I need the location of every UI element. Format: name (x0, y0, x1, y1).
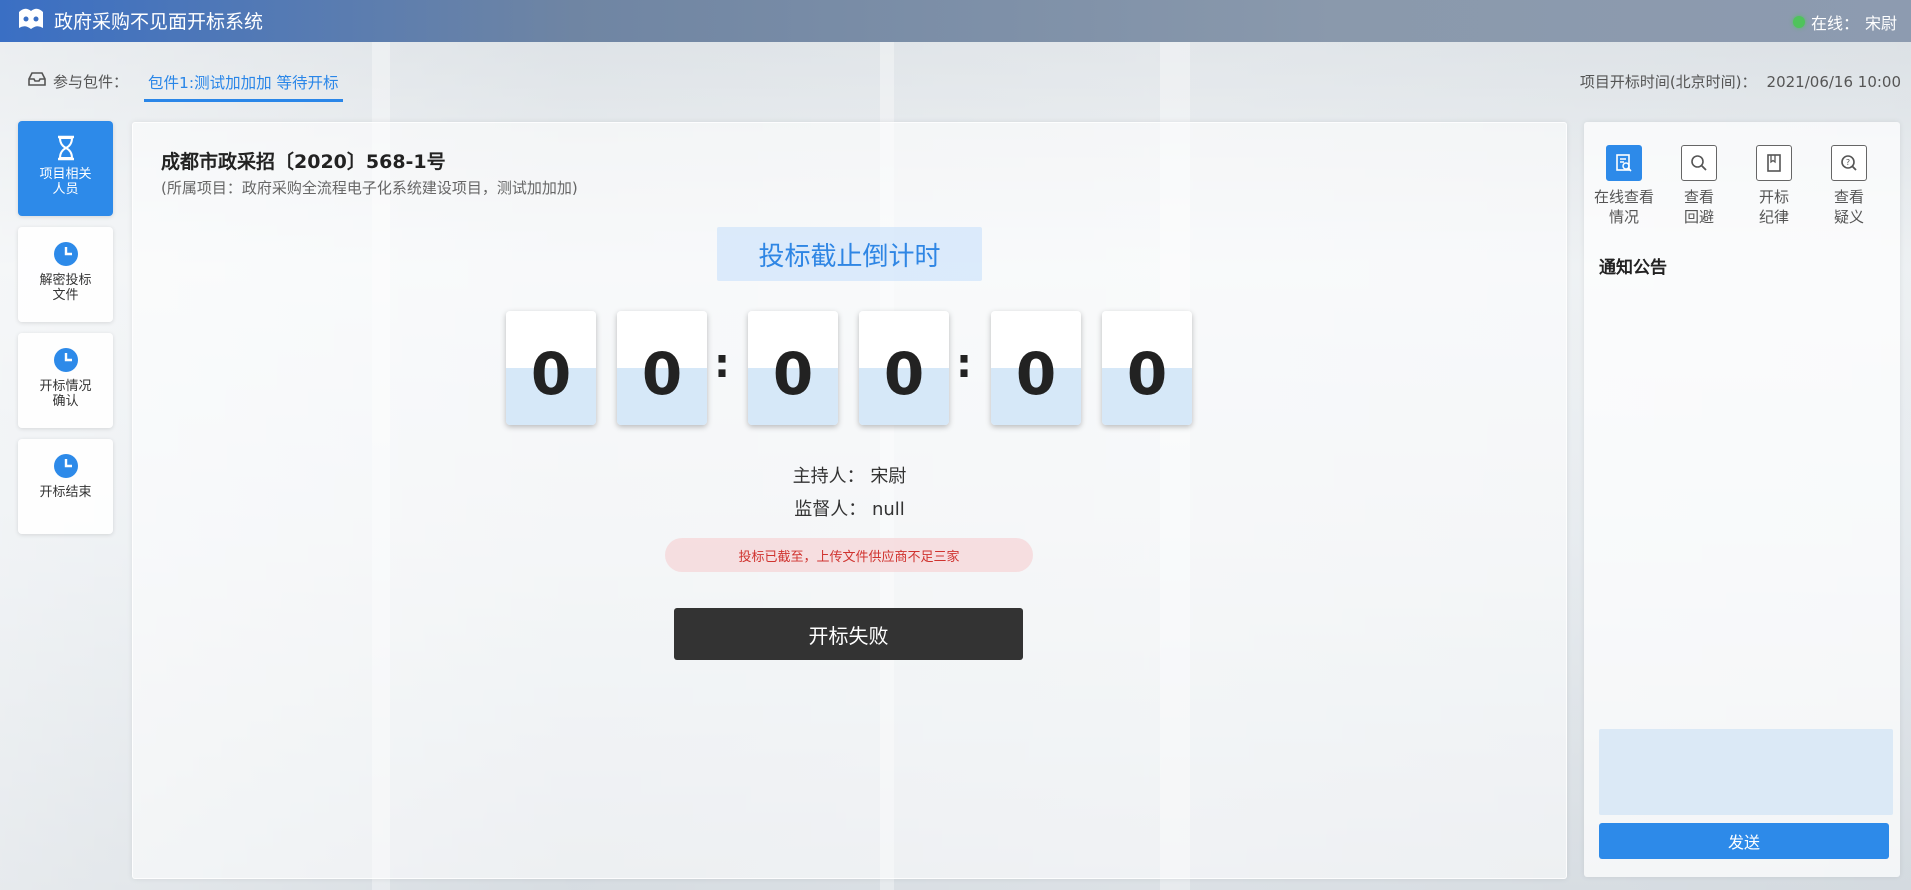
supervisor-name: null (871, 499, 905, 520)
countdown-digit: 0 (506, 311, 596, 425)
clock-icon (53, 453, 79, 479)
supervisor-label: 监督人： (794, 499, 867, 520)
host-row: 主持人： 宋尉 (133, 462, 1566, 488)
countdown-separator: : (956, 341, 972, 387)
send-button[interactable]: 发送 (1599, 823, 1889, 859)
inbox-icon (28, 72, 46, 86)
sidebar: 项目相关人员 解密投标文件 开标情况确认 开标结束 (18, 121, 113, 545)
opening-failed-button[interactable]: 开标失败 (674, 608, 1023, 660)
package-label: 参与包件： (53, 73, 129, 91)
sidebar-item-opening-end[interactable]: 开标结束 (18, 439, 113, 534)
user-name[interactable]: 宋尉 (1865, 10, 1897, 34)
magnifier-icon (1681, 145, 1717, 181)
tool-label: 开标纪律 (1758, 188, 1789, 226)
tool-view-recusal[interactable]: 查看回避 (1659, 145, 1739, 227)
sidebar-item-label: 解密投标文件 (39, 273, 92, 303)
countdown-digit: 0 (859, 311, 949, 425)
project-number: 成都市政采招〔2020〕568-1号 (161, 151, 446, 173)
countdown-digit: 0 (991, 311, 1081, 425)
sidebar-item-decrypt-bid[interactable]: 解密投标文件 (18, 227, 113, 322)
host-name: 宋尉 (870, 466, 907, 487)
online-status: 在线： 宋尉 (1792, 10, 1897, 34)
countdown-separator: : (714, 341, 730, 387)
sidebar-item-label: 开标结束 (39, 485, 92, 500)
supervisor-row: 监督人： null (133, 495, 1566, 521)
open-time: 项目开标时间(北京时间)： 2021/06/16 10:00 (1580, 71, 1901, 92)
tool-online-view[interactable]: 在线查看情况 (1584, 145, 1664, 227)
main-panel: 成都市政采招〔2020〕568-1号 (所属项目：政府采购全流程电子化系统建设项… (132, 122, 1567, 879)
tool-opening-rules[interactable]: 开标纪律 (1734, 145, 1814, 227)
project-subtitle: (所属项目：政府采购全流程电子化系统建设项目，测试加加加) (161, 179, 578, 197)
app-title: 政府采购不见面开标系统 (54, 11, 264, 33)
message-input[interactable] (1599, 729, 1893, 815)
sidebar-item-opening-confirm[interactable]: 开标情况确认 (18, 333, 113, 428)
tool-label: 查看回避 (1683, 188, 1714, 226)
top-bar: 政府采购不见面开标系统 在线： 宋尉 (0, 0, 1911, 42)
open-time-label: 项目开标时间(北京时间)： (1579, 73, 1757, 91)
tab-package-1[interactable]: 包件1:测试加加加 等待开标 (144, 60, 343, 102)
sidebar-item-project-personnel[interactable]: 项目相关人员 (18, 121, 113, 216)
document-search-icon (1606, 145, 1642, 181)
online-indicator-icon (1792, 16, 1805, 28)
right-panel: 在线查看情况 查看回避 开标纪律 ? 查看疑义 通知公告 发送 (1584, 122, 1900, 877)
sidebar-item-label: 项目相关人员 (39, 167, 92, 197)
countdown-title: 投标截止倒计时 (717, 227, 982, 281)
notice-title: 通知公告 (1599, 258, 1667, 278)
warning-message: 投标已截至，上传文件供应商不足三家 (665, 538, 1033, 572)
app-logo-icon (19, 8, 43, 29)
online-label: 在线： (1810, 14, 1859, 33)
host-label: 主持人： (792, 466, 865, 487)
countdown-digit: 0 (617, 311, 707, 425)
countdown-digit: 0 (1102, 311, 1192, 425)
clock-icon (53, 347, 79, 373)
tool-view-objections[interactable]: ? 查看疑义 (1809, 145, 1889, 227)
tool-label: 在线查看情况 (1593, 188, 1654, 226)
question-icon: ? (1831, 145, 1867, 181)
tool-label: 查看疑义 (1833, 188, 1864, 226)
book-icon (1756, 145, 1792, 181)
clock-icon (53, 241, 79, 267)
open-time-value: 2021/06/16 10:00 (1766, 73, 1901, 91)
svg-text:?: ? (1846, 158, 1850, 167)
hourglass-icon (53, 135, 79, 161)
countdown-digit: 0 (748, 311, 838, 425)
sidebar-item-label: 开标情况确认 (39, 379, 92, 409)
